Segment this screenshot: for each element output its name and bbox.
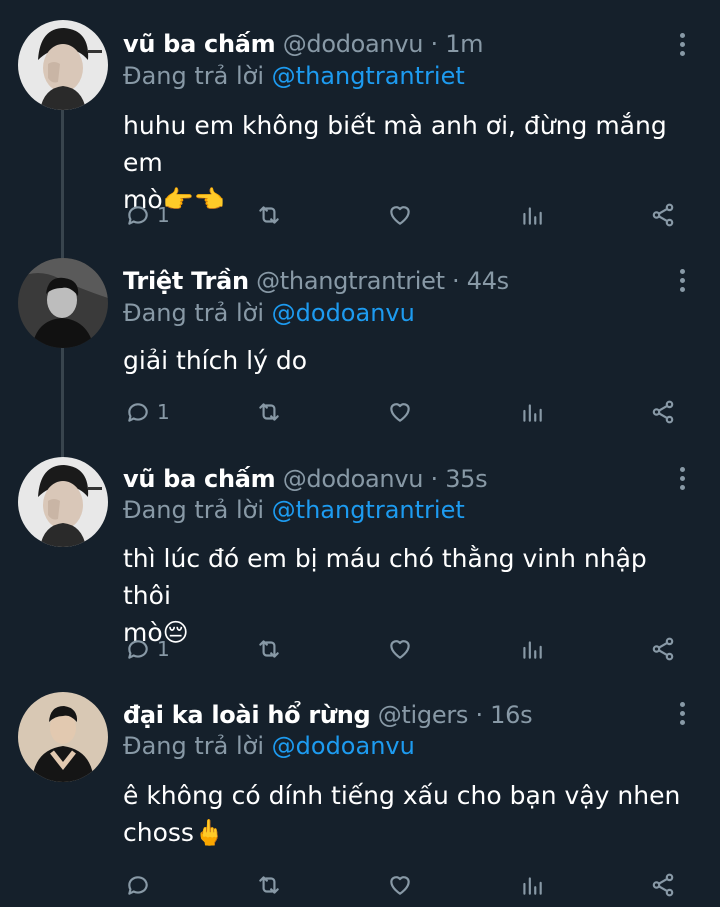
tweet-text: giải thích lý do bbox=[123, 342, 693, 379]
retweet-button[interactable] bbox=[256, 870, 282, 900]
tweet-text-line: choss🖕 bbox=[123, 818, 226, 847]
like-button[interactable] bbox=[387, 870, 413, 900]
reply-icon bbox=[128, 403, 148, 422]
more-vertical-icon[interactable] bbox=[676, 702, 688, 729]
share-button[interactable] bbox=[650, 870, 676, 900]
like-button[interactable] bbox=[387, 634, 413, 664]
reply-button[interactable]: 1 bbox=[125, 397, 170, 427]
heart-icon bbox=[390, 640, 410, 659]
reply-count: 1 bbox=[157, 203, 170, 227]
analytics-icon bbox=[523, 207, 542, 225]
heart-icon bbox=[390, 403, 410, 422]
share-icon bbox=[652, 637, 674, 661]
replying-to: Đang trả lời @dodoanvu bbox=[123, 732, 415, 760]
tweet-actions: 1 bbox=[0, 397, 720, 427]
retweet-button[interactable] bbox=[256, 634, 282, 664]
like-button[interactable] bbox=[387, 397, 413, 427]
heart-icon bbox=[390, 876, 410, 895]
display-name[interactable]: vũ ba chấm bbox=[123, 465, 276, 493]
tweet-text-line: ê không có dính tiếng xấu cho bạn vậy nh… bbox=[123, 781, 681, 810]
replying-to: Đang trả lời @thangtrantriet bbox=[123, 62, 465, 90]
reply-count: 1 bbox=[157, 400, 170, 424]
avatar[interactable] bbox=[18, 457, 108, 547]
reply-button[interactable] bbox=[125, 870, 157, 900]
share-icon bbox=[652, 873, 674, 897]
avatar[interactable] bbox=[18, 258, 108, 348]
heart-icon bbox=[390, 206, 410, 225]
mention-link[interactable]: @thangtrantriet bbox=[272, 62, 465, 90]
user-handle[interactable]: @dodoanvu bbox=[283, 30, 424, 58]
analytics-button[interactable] bbox=[519, 634, 545, 664]
tweet-header: vũ ba chấm @dodoanvu · 1m bbox=[123, 30, 484, 58]
replying-to: Đang trả lời @thangtrantriet bbox=[123, 496, 465, 524]
avatar[interactable] bbox=[18, 692, 108, 782]
separator: · bbox=[430, 30, 439, 58]
mention-link[interactable]: @dodoanvu bbox=[272, 732, 415, 760]
mention-link[interactable]: @thangtrantriet bbox=[272, 496, 465, 524]
share-button[interactable] bbox=[650, 200, 676, 230]
more-vertical-icon[interactable] bbox=[676, 269, 688, 296]
timestamp[interactable]: 35s bbox=[445, 465, 487, 493]
more-vertical-icon[interactable] bbox=[676, 33, 688, 60]
analytics-button[interactable] bbox=[519, 397, 545, 427]
tweet-actions bbox=[0, 870, 720, 900]
timestamp[interactable]: 44s bbox=[467, 267, 509, 295]
reply-icon bbox=[128, 876, 148, 895]
tweet-text-line: huhu em không biết mà anh ơi, đừng mắng … bbox=[123, 111, 667, 177]
replying-to: Đang trả lời @dodoanvu bbox=[123, 299, 415, 327]
tweet[interactable]: vũ ba chấm @dodoanvu · 1m Đang trả lời @… bbox=[0, 0, 720, 245]
more-vertical-icon[interactable] bbox=[676, 467, 688, 494]
retweet-icon bbox=[259, 640, 279, 658]
tweet-header: Triệt Trần @thangtrantriet · 44s bbox=[123, 267, 509, 295]
retweet-icon bbox=[259, 206, 279, 224]
user-handle[interactable]: @tigers bbox=[378, 701, 469, 729]
replying-prefix: Đang trả lời bbox=[123, 299, 265, 327]
tweet-actions: 1 bbox=[0, 634, 720, 664]
replying-prefix: Đang trả lời bbox=[123, 62, 265, 90]
tweet[interactable]: Triệt Trần @thangtrantriet · 44s Đang tr… bbox=[0, 245, 720, 445]
analytics-button[interactable] bbox=[519, 200, 545, 230]
retweet-icon bbox=[259, 876, 279, 894]
separator: · bbox=[452, 267, 460, 295]
tweet-actions: 1 bbox=[0, 200, 720, 230]
analytics-button[interactable] bbox=[519, 870, 545, 900]
mention-link[interactable]: @dodoanvu bbox=[272, 299, 415, 327]
display-name[interactable]: vũ ba chấm bbox=[123, 30, 276, 58]
timestamp[interactable]: 16s bbox=[490, 701, 532, 729]
user-handle[interactable]: @thangtrantriet bbox=[256, 267, 445, 295]
tweet[interactable]: vũ ba chấm @dodoanvu · 35s Đang trả lời … bbox=[0, 445, 720, 680]
tweet-text-line: thì lúc đó em bị máu chó thằng vinh nhập… bbox=[123, 544, 647, 610]
separator: · bbox=[430, 465, 439, 493]
share-button[interactable] bbox=[650, 634, 676, 664]
timestamp[interactable]: 1m bbox=[445, 30, 483, 58]
reply-icon bbox=[128, 640, 148, 659]
share-icon bbox=[652, 203, 674, 227]
tweet-header: vũ ba chấm @dodoanvu · 35s bbox=[123, 465, 488, 493]
tweet-header: đại ka loài hổ rừng @tigers · 16s bbox=[123, 701, 533, 729]
reply-button[interactable]: 1 bbox=[125, 634, 170, 664]
reply-count: 1 bbox=[157, 637, 170, 661]
reply-icon bbox=[128, 206, 148, 225]
display-name[interactable]: đại ka loài hổ rừng bbox=[123, 701, 371, 729]
share-button[interactable] bbox=[650, 397, 676, 427]
replying-prefix: Đang trả lời bbox=[123, 496, 265, 524]
analytics-icon bbox=[523, 404, 542, 422]
retweet-button[interactable] bbox=[256, 397, 282, 427]
analytics-icon bbox=[523, 641, 542, 659]
share-icon bbox=[652, 400, 674, 424]
avatar[interactable] bbox=[18, 20, 108, 110]
retweet-button[interactable] bbox=[256, 200, 282, 230]
analytics-icon bbox=[523, 877, 542, 895]
replying-prefix: Đang trả lời bbox=[123, 732, 265, 760]
retweet-icon bbox=[259, 403, 279, 421]
tweet[interactable]: đại ka loài hổ rừng @tigers · 16s Đang t… bbox=[0, 680, 720, 907]
user-handle[interactable]: @dodoanvu bbox=[283, 465, 424, 493]
reply-button[interactable]: 1 bbox=[125, 200, 170, 230]
separator: · bbox=[475, 701, 483, 729]
like-button[interactable] bbox=[387, 200, 413, 230]
tweet-text-line: giải thích lý do bbox=[123, 346, 308, 375]
display-name[interactable]: Triệt Trần bbox=[123, 267, 249, 295]
tweet-text: ê không có dính tiếng xấu cho bạn vậy nh… bbox=[123, 777, 693, 851]
